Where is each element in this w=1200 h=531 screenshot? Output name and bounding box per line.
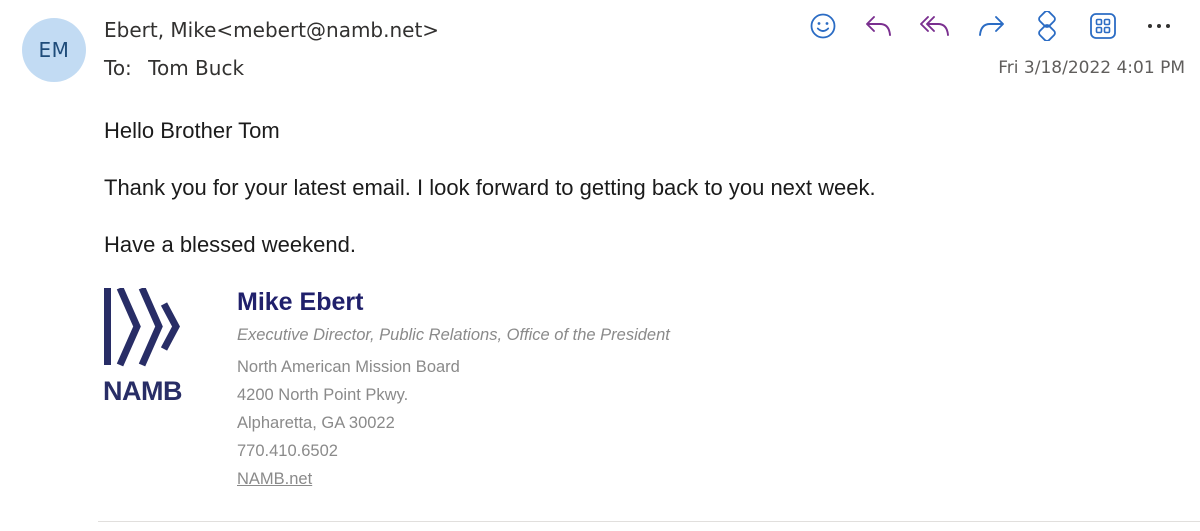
forward-button[interactable] — [973, 10, 1009, 42]
avatar[interactable]: EM — [22, 18, 86, 82]
signature-address-street: 4200 North Point Pkwy. — [237, 386, 409, 404]
apps-button[interactable] — [1085, 10, 1121, 42]
sender[interactable]: Ebert, Mike<mebert@namb.net> — [104, 18, 439, 42]
greeting: Hello Brother Tom — [104, 118, 280, 143]
signature-name: Mike Ebert — [237, 288, 364, 316]
timestamp: Fri 3/18/2022 4:01 PM — [998, 58, 1185, 78]
apps-icon — [1090, 13, 1116, 39]
recipient[interactable]: Tom Buck — [148, 56, 244, 80]
email-reading-pane: EM Ebert, Mike<mebert@namb.net> To: Tom … — [0, 0, 1200, 531]
reply-icon — [866, 16, 891, 36]
reply-all-button[interactable] — [917, 10, 953, 42]
forward-icon — [979, 16, 1004, 36]
more-icon — [1148, 24, 1170, 28]
react-button[interactable] — [805, 10, 841, 42]
to-label: To: — [104, 56, 132, 80]
loop-icon — [1038, 11, 1056, 41]
emoji-icon — [810, 13, 836, 39]
message-toolbar — [805, 10, 1177, 42]
body-paragraph: Thank you for your latest email. I look … — [104, 175, 876, 200]
signature-address-city: Alpharetta, GA 30022 — [237, 414, 395, 432]
closing-line: Have a blessed weekend. — [104, 232, 356, 257]
more-actions-button[interactable] — [1141, 10, 1177, 42]
signature-website-link[interactable]: NAMB.net — [237, 470, 312, 489]
reply-all-icon — [920, 16, 949, 36]
email-signature: Mike Ebert Executive Director, Public Re… — [237, 288, 670, 488]
signature-title: Executive Director, Public Relations, Of… — [237, 326, 670, 344]
signature-phone[interactable]: 770.410.6502 — [237, 442, 338, 461]
logo-wordmark: NAMB — [103, 376, 183, 406]
loop-button[interactable] — [1029, 10, 1065, 42]
reply-button[interactable] — [861, 10, 897, 42]
divider — [98, 521, 1200, 522]
signature-org: North American Mission Board — [237, 358, 460, 376]
recipient-line: To: Tom Buck — [104, 56, 244, 80]
